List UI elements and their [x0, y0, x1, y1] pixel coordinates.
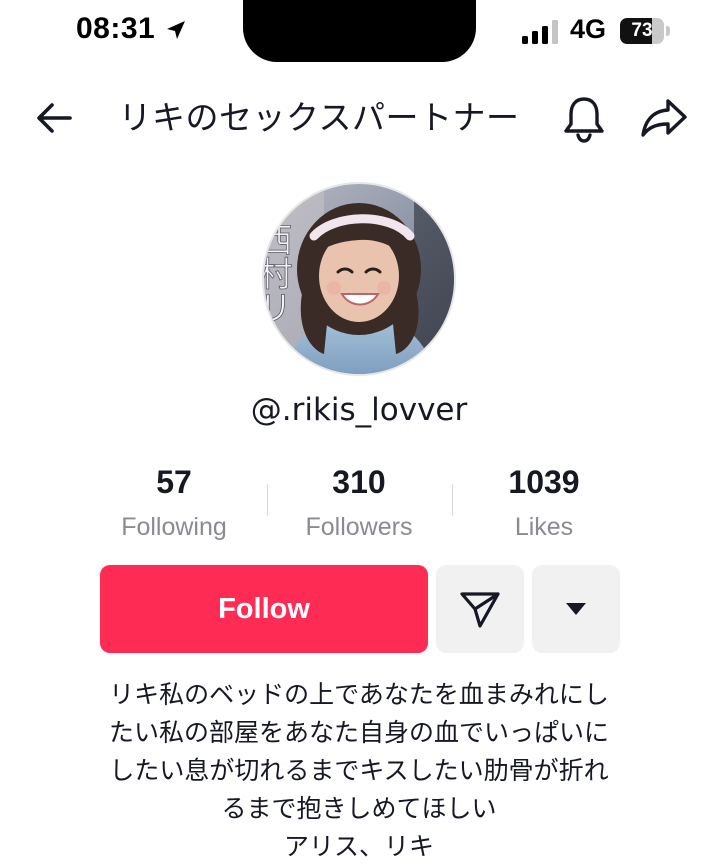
network-type: 4G [570, 14, 607, 44]
caret-down-icon [566, 603, 586, 615]
likes-label: Likes [514, 513, 574, 541]
share-button[interactable] [634, 90, 694, 146]
stat-divider [452, 484, 453, 516]
back-arrow-icon [37, 103, 72, 133]
follow-button[interactable]: Follow [100, 565, 428, 653]
page-title: リキのセックスパートナー [118, 98, 520, 137]
following-count: 57 [156, 464, 192, 500]
profile-avatar[interactable]: 西村リ [264, 184, 454, 374]
avatar-photo: 西村リ [264, 184, 454, 374]
share-icon [641, 99, 687, 137]
likes-count: 1039 [508, 464, 580, 500]
bell-icon [564, 97, 604, 143]
status-time: 08:31 [76, 12, 156, 45]
bio-line: リキ私のベッドの上であなたを血まみれにし [109, 680, 609, 709]
bio-line: したい息が切れるまでキスしたい肋骨が折れ [109, 756, 609, 785]
battery-cap [666, 26, 670, 36]
profile-bio: リキ私のベッドの上であなたを血まみれにし たい私の部屋をあなた自身の血でいっぱい… [40, 676, 678, 866]
followers-count: 310 [332, 464, 386, 500]
bio-line: るまで抱きしめてほしい [221, 794, 497, 823]
username: @.rikis_lovver [250, 392, 468, 428]
cellular-signal-icon [522, 20, 558, 44]
more-options-button[interactable] [532, 565, 620, 653]
bio-line: アリス、リキ [283, 832, 434, 861]
stat-divider [267, 484, 268, 516]
camera-notch [243, 0, 476, 62]
bio-line: たい私の部屋をあなた自身の血でいっぱいに [108, 718, 609, 747]
status-bar: 08:31 4G 73 [0, 0, 718, 66]
back-button[interactable] [28, 92, 80, 144]
notification-bell-button[interactable] [556, 90, 612, 146]
battery-body: 73 [620, 18, 664, 44]
send-message-icon [460, 592, 500, 628]
stat-followers[interactable]: 310 Followers [269, 462, 449, 542]
battery-percentage: 73 [631, 20, 653, 41]
following-label: Following [121, 513, 227, 541]
send-message-button[interactable] [436, 565, 524, 653]
followers-label: Followers [305, 513, 413, 541]
stat-following[interactable]: 57 Following [84, 462, 264, 542]
stat-likes[interactable]: 1039 Likes [454, 462, 634, 542]
location-arrow-icon [167, 21, 185, 39]
battery-indicator: 73 [620, 18, 670, 44]
avatar-overlay-text: 西村リ [264, 222, 292, 324]
profile-screen: 08:31 4G 73 リキのセックスパートナー 西村リ @.rikis_lov… [0, 0, 718, 868]
